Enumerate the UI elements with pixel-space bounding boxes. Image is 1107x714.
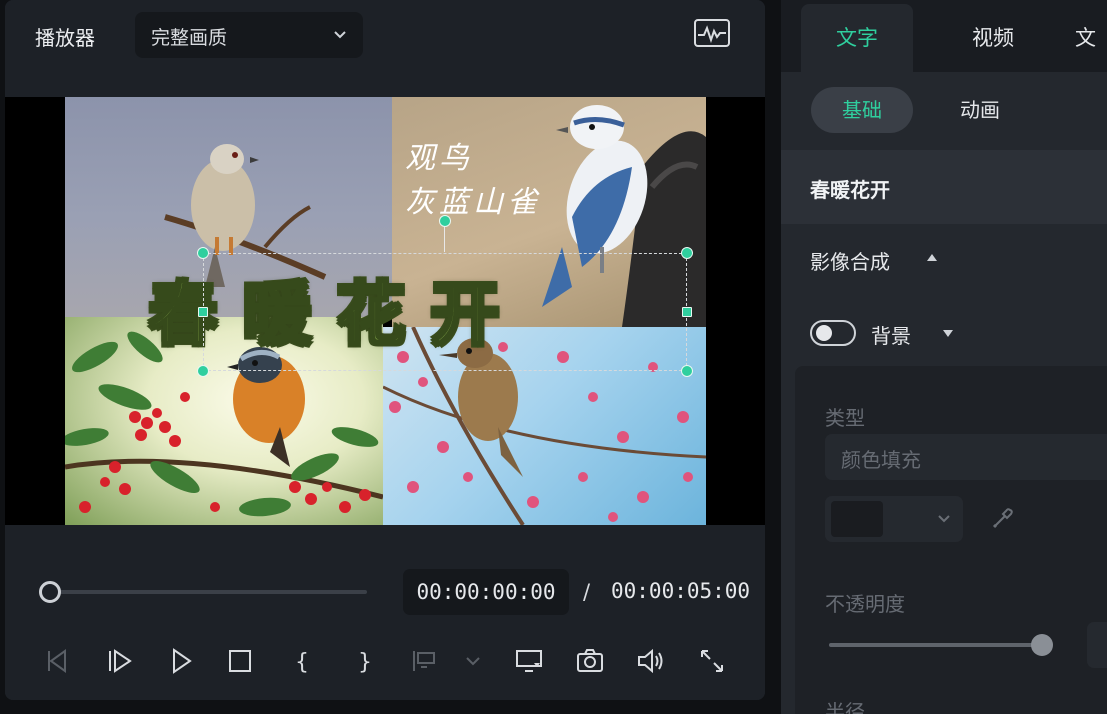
waveform-monitor-icon[interactable] xyxy=(693,18,731,50)
background-toggle[interactable] xyxy=(810,320,856,346)
resize-handle-top-right[interactable] xyxy=(681,247,693,259)
preview-viewer[interactable]: 观鸟 灰蓝山雀 春暖花开 xyxy=(5,97,765,525)
collapse-arrow-icon[interactable] xyxy=(927,254,937,261)
seek-bar[interactable] xyxy=(49,590,367,594)
volume-icon[interactable] xyxy=(635,645,667,677)
subtab-basic[interactable]: 基础 xyxy=(811,87,913,133)
svg-text:}: } xyxy=(358,650,372,675)
display-monitor-icon[interactable] xyxy=(513,645,545,677)
type-value: 颜色填充 xyxy=(841,448,921,472)
resize-handle-bottom-left[interactable] xyxy=(197,365,209,377)
type-label: 类型 xyxy=(825,406,865,430)
time-separator: / xyxy=(583,580,591,604)
chevron-down-icon[interactable] xyxy=(457,645,489,677)
resize-handle-bottom-right[interactable] xyxy=(681,365,693,377)
radius-label: 半径 xyxy=(825,700,865,714)
next-frame-icon[interactable] xyxy=(104,645,136,677)
mark-in-icon[interactable]: { xyxy=(285,645,317,677)
rotate-handle[interactable] xyxy=(439,215,451,227)
quality-dropdown[interactable]: 完整画质 xyxy=(135,12,363,58)
background-section: 背景 xyxy=(781,296,1107,366)
expand-arrow-icon[interactable] xyxy=(943,330,953,337)
type-dropdown[interactable]: 颜色填充 xyxy=(825,434,1107,480)
caption-text[interactable]: 观鸟 灰蓝山雀 xyxy=(405,137,541,225)
toggle-knob xyxy=(816,325,832,341)
preview-canvas[interactable]: 观鸟 灰蓝山雀 春暖花开 xyxy=(65,97,706,525)
clip-name: 春暖花开 xyxy=(810,178,890,202)
eyedropper-icon[interactable] xyxy=(989,504,1017,532)
resize-handle-right[interactable] xyxy=(682,307,692,317)
property-tabs: 文字 视频 文 xyxy=(781,0,1107,72)
subtab-animation[interactable]: 动画 xyxy=(929,87,1031,133)
camera-snapshot-icon[interactable] xyxy=(574,645,606,677)
tab-third[interactable]: 文 xyxy=(1075,4,1107,72)
chevron-down-icon xyxy=(334,31,346,39)
sub-tabs: 基础 动画 xyxy=(781,72,1107,148)
resize-handle-left[interactable] xyxy=(198,307,208,317)
seek-handle[interactable] xyxy=(39,581,61,603)
caption-line-1: 观鸟 xyxy=(405,141,473,176)
selection-box[interactable] xyxy=(203,253,687,371)
quality-value: 完整画质 xyxy=(151,27,228,49)
background-label: 背景 xyxy=(871,324,911,348)
resize-handle-top-left[interactable] xyxy=(197,247,209,259)
opacity-slider-handle[interactable] xyxy=(1031,634,1053,656)
opacity-input[interactable] xyxy=(1087,622,1107,668)
prev-frame-icon[interactable] xyxy=(41,645,73,677)
mark-out-icon[interactable]: } xyxy=(348,645,380,677)
clip-header: 春暖花开 xyxy=(781,150,1107,224)
playback-controls: 00:00:00:00 / 00:00:05:00 { } xyxy=(5,553,765,700)
play-icon[interactable] xyxy=(165,645,197,677)
player-panel: 播放器 完整画质 观鸟 灰蓝山雀 春暖花开 00:00:00:00 / 00:0… xyxy=(5,0,765,700)
insert-clip-icon[interactable] xyxy=(407,645,439,677)
composite-label: 影像合成 xyxy=(810,250,890,274)
player-title: 播放器 xyxy=(35,26,95,50)
svg-text:{: { xyxy=(295,650,309,675)
tab-text[interactable]: 文字 xyxy=(801,4,913,72)
current-time[interactable]: 00:00:00:00 xyxy=(403,569,569,615)
chevron-down-icon xyxy=(938,515,950,523)
background-settings: 类型 颜色填充 不透明度 半径 xyxy=(795,366,1107,714)
total-duration: 00:00:05:00 xyxy=(611,579,751,603)
composite-section[interactable]: 影像合成 xyxy=(781,224,1107,294)
player-header: 播放器 完整画质 xyxy=(5,0,765,72)
properties-panel: 文字 视频 文 基础 动画 春暖花开 影像合成 背景 类型 颜色填充 不透明度 … xyxy=(781,0,1107,714)
opacity-label: 不透明度 xyxy=(825,592,905,616)
opacity-slider[interactable] xyxy=(829,643,1043,647)
stop-icon[interactable] xyxy=(224,645,256,677)
caption-line-2: 灰蓝山雀 xyxy=(405,185,541,220)
color-swatch xyxy=(831,501,883,537)
color-picker-dropdown[interactable] xyxy=(825,496,963,542)
tab-video[interactable]: 视频 xyxy=(937,4,1049,72)
fullscreen-icon[interactable] xyxy=(696,645,728,677)
